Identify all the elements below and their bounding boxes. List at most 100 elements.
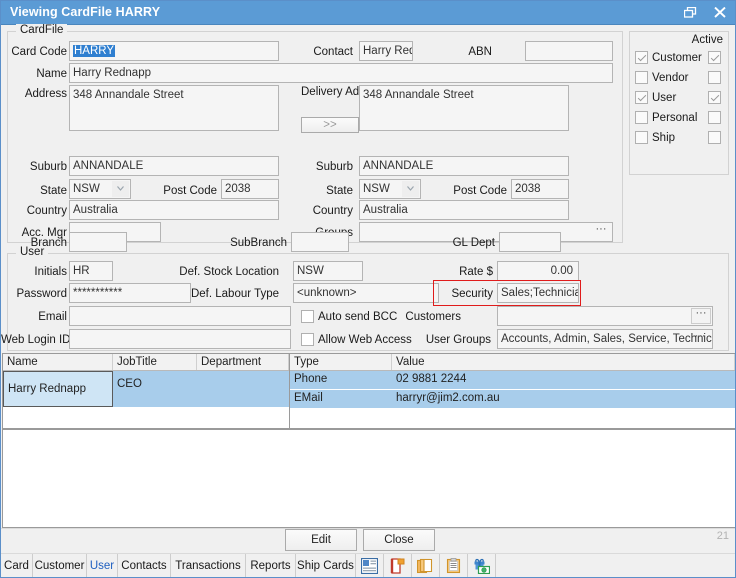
card-details-icon-button[interactable]: [356, 554, 384, 577]
money-gift-icon: [474, 558, 490, 574]
tab-customer[interactable]: Customer: [33, 554, 87, 577]
contacts-cell-name[interactable]: Harry Rednapp: [3, 371, 113, 407]
status-number: 21: [716, 530, 729, 542]
card-code-input[interactable]: HARRY: [69, 41, 279, 61]
details-grid[interactable]: Type Value Phone 02 9881 2244 EMail harr…: [289, 353, 735, 429]
post-code-label: Post Code: [163, 185, 217, 197]
suburb-input[interactable]: ANNANDALE: [69, 156, 279, 176]
delivery-post-code-label: Post Code: [453, 185, 507, 197]
tab-ship-cards[interactable]: Ship Cards: [296, 554, 356, 577]
branch-input[interactable]: [69, 232, 127, 252]
security-label: Security: [451, 288, 493, 300]
auto-send-bcc-label: Auto send BCC: [318, 311, 398, 323]
abn-label: ABN: [468, 46, 492, 58]
def-stock-location-input[interactable]: NSW: [293, 261, 363, 281]
contacts-grid[interactable]: Name JobTitle Department Harry Rednapp C…: [2, 353, 290, 429]
details-cell-type[interactable]: Phone: [290, 371, 392, 389]
restore-icon: [683, 7, 696, 18]
delivery-suburb-input[interactable]: ANNANDALE: [359, 156, 569, 176]
details-cell-type[interactable]: EMail: [290, 390, 392, 408]
chevron-down-icon[interactable]: [402, 181, 419, 197]
copy-address-button[interactable]: >>: [301, 117, 359, 133]
edit-button[interactable]: Edit: [285, 529, 357, 551]
copy-pages-icon-button[interactable]: [412, 554, 440, 577]
address-input[interactable]: 348 Annandale Street: [69, 85, 279, 131]
contacts-cell-department[interactable]: [197, 371, 289, 407]
email-input[interactable]: [69, 306, 291, 326]
card-details-icon: [361, 558, 378, 574]
state-combo[interactable]: NSW: [69, 179, 131, 199]
contact-input[interactable]: Harry Redn: [359, 41, 413, 61]
red-folder-icon-button[interactable]: [384, 554, 412, 577]
delivery-address-input[interactable]: 348 Annandale Street: [359, 85, 569, 131]
groups-ellipsis-button[interactable]: ···: [591, 224, 611, 240]
tab-contacts[interactable]: Contacts: [118, 554, 171, 577]
delivery-suburb-label: Suburb: [315, 161, 353, 173]
table-row[interactable]: Phone 02 9881 2244: [290, 371, 735, 389]
money-gift-icon-button[interactable]: [468, 554, 496, 577]
tab-user[interactable]: User: [87, 554, 118, 577]
tab-reports[interactable]: Reports: [246, 554, 296, 577]
table-row[interactable]: EMail harryr@jim2.com.au: [290, 390, 735, 408]
checkbox-ship[interactable]: [635, 131, 648, 144]
checkbox-user-active[interactable]: [708, 91, 721, 104]
details-cell-value[interactable]: 02 9881 2244: [392, 371, 735, 389]
name-input[interactable]: Harry Rednapp: [69, 63, 613, 83]
initials-input[interactable]: HR: [69, 261, 113, 281]
close-button[interactable]: [705, 1, 735, 24]
user-groups-value: Accounts, Admin, Sales, Service, Technic…: [501, 333, 713, 345]
customers-input[interactable]: ···: [497, 306, 713, 326]
security-input[interactable]: Sales;Technicians: [497, 283, 579, 303]
web-login-id-input[interactable]: [69, 329, 291, 349]
checkbox-vendor[interactable]: [635, 71, 648, 84]
customers-ellipsis-button[interactable]: ···: [691, 308, 711, 324]
checkbox-user-label: User: [652, 92, 677, 104]
checkbox-customer[interactable]: [635, 51, 648, 64]
contacts-cell-jobtitle[interactable]: CEO: [113, 371, 197, 407]
gl-dept-input[interactable]: [499, 232, 561, 252]
user-legend: User: [16, 246, 49, 258]
chevron-down-icon[interactable]: [112, 181, 129, 197]
delivery-state-combo[interactable]: NSW: [359, 179, 421, 199]
delivery-country-label: Country: [312, 205, 353, 217]
def-labour-type-input[interactable]: <unknown>: [293, 283, 439, 303]
delivery-post-code-input[interactable]: 2038: [511, 179, 569, 199]
subbranch-input[interactable]: [291, 232, 349, 252]
password-label: Password: [16, 288, 68, 300]
checkbox-personal[interactable]: [635, 111, 648, 124]
contacts-column-department[interactable]: Department: [197, 354, 289, 370]
clipboard-icon-button[interactable]: [440, 554, 468, 577]
rate-input[interactable]: 0.00: [497, 261, 579, 281]
delivery-state-value: NSW: [363, 183, 390, 195]
checkbox-user[interactable]: [635, 91, 648, 104]
user-groups-input[interactable]: Accounts, Admin, Sales, Service, Technic…: [497, 329, 713, 349]
contact-label: Contact: [313, 46, 353, 58]
delivery-address-label: Delivery Address: [301, 85, 387, 99]
tab-card[interactable]: Card: [1, 554, 33, 577]
contacts-column-jobtitle[interactable]: JobTitle: [113, 354, 197, 370]
country-label: Country: [26, 205, 67, 217]
details-column-type[interactable]: Type: [290, 354, 392, 370]
state-label: State: [40, 185, 67, 197]
details-cell-value[interactable]: harryr@jim2.com.au: [392, 390, 735, 408]
restore-button[interactable]: [675, 1, 705, 24]
abn-input[interactable]: [525, 41, 613, 61]
checkbox-vendor-active[interactable]: [708, 71, 721, 84]
client-area: CardFile Card Code HARRY Contact Harry R…: [1, 24, 735, 577]
table-row[interactable]: Harry Rednapp CEO: [3, 371, 289, 407]
delivery-country-input[interactable]: Australia: [359, 200, 569, 220]
web-login-id-label: Web Login ID: [1, 334, 71, 346]
checkbox-customer-active[interactable]: [708, 51, 721, 64]
post-code-input[interactable]: 2038: [221, 179, 279, 199]
country-input[interactable]: Australia: [69, 200, 279, 220]
details-column-value[interactable]: Value: [392, 354, 735, 370]
checkbox-allow-web-access[interactable]: [301, 333, 314, 346]
card-code-label: Card Code: [11, 46, 67, 58]
user-groups-ellipsis-button[interactable]: ···: [690, 331, 710, 347]
contacts-column-name[interactable]: Name: [3, 354, 113, 370]
checkbox-personal-active[interactable]: [708, 111, 721, 124]
checkbox-ship-active[interactable]: [708, 131, 721, 144]
checkbox-auto-send-bcc[interactable]: [301, 310, 314, 323]
tab-transactions[interactable]: Transactions: [171, 554, 246, 577]
close-button-footer[interactable]: Close: [363, 529, 435, 551]
